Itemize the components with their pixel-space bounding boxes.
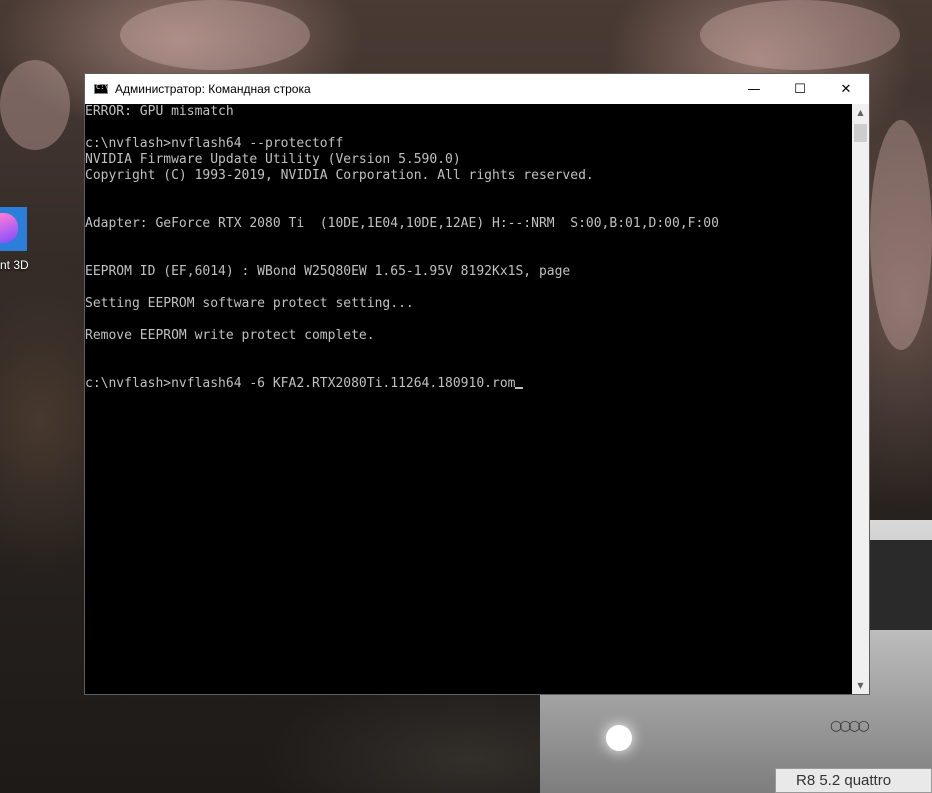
wallpaper-car-plate: R8 5.2 quattro: [775, 768, 932, 793]
console-line: Adapter: GeForce RTX 2080 Ti (10DE,1E04,…: [85, 216, 719, 231]
wallpaper-blossom: [0, 60, 70, 150]
console-line: c:\nvflash>nvflash64 --protectoff: [85, 136, 344, 151]
wallpaper-blossom: [120, 0, 310, 70]
scroll-thumb[interactable]: [854, 124, 867, 142]
wallpaper-car-logo: ○○○○: [830, 718, 870, 734]
scroll-up-icon[interactable]: ▲: [852, 104, 869, 121]
console-line: Remove EEPROM write protect complete.: [85, 328, 375, 343]
vertical-scrollbar[interactable]: ▲ ▼: [852, 104, 869, 694]
desktop-icon-label[interactable]: nt 3D: [0, 258, 29, 272]
console-line: ERROR: GPU mismatch: [85, 104, 234, 119]
wallpaper-blossom: [870, 120, 932, 350]
wallpaper-blossom: [700, 0, 900, 70]
console-input-line[interactable]: c:\nvflash>nvflash64 -6 KFA2.RTX2080Ti.1…: [85, 376, 853, 392]
close-button[interactable]: ✕: [823, 74, 869, 104]
window-controls: — ☐ ✕: [731, 74, 869, 104]
window-titlebar[interactable]: C:\ Администратор: Командная строка — ☐ …: [85, 74, 869, 104]
text-cursor: [515, 387, 524, 389]
cmd-window[interactable]: C:\ Администратор: Командная строка — ☐ …: [84, 73, 870, 695]
window-title: Администратор: Командная строка: [115, 82, 311, 96]
console-line: EEPROM ID (EF,6014) : WBond W25Q80EW 1.6…: [85, 264, 571, 279]
scroll-down-icon[interactable]: ▼: [852, 677, 869, 694]
maximize-button[interactable]: ☐: [777, 74, 823, 104]
console-command[interactable]: c:\nvflash>nvflash64 -6 KFA2.RTX2080Ti.1…: [85, 376, 515, 391]
console-output[interactable]: ERROR: GPU mismatch c:\nvflash>nvflash64…: [85, 104, 853, 694]
cmd-icon-text: C:\: [96, 83, 109, 91]
wallpaper-car-headlight: [606, 725, 632, 751]
console-line: Setting EEPROM software protect setting.…: [85, 296, 414, 311]
console-line: Copyright (C) 1993-2019, NVIDIA Corporat…: [85, 168, 594, 183]
console-line: NVIDIA Firmware Update Utility (Version …: [85, 152, 461, 167]
minimize-button[interactable]: —: [731, 74, 777, 104]
cmd-icon[interactable]: C:\: [94, 83, 109, 94]
wallpaper-car-window: [870, 540, 932, 630]
